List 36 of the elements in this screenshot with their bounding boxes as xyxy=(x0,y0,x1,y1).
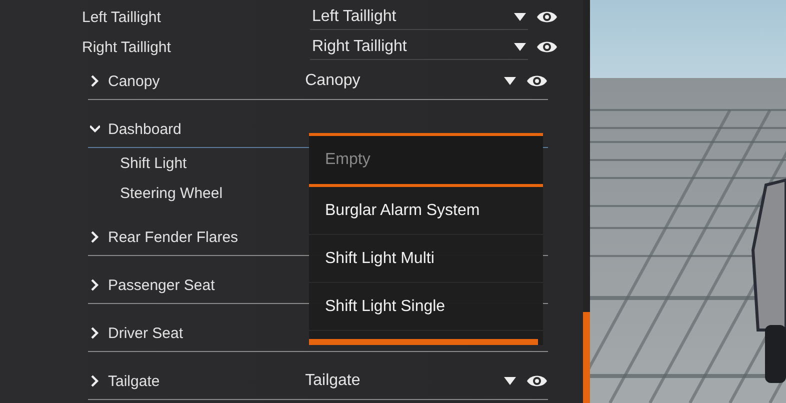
dropdown-option[interactable]: Empty xyxy=(309,136,543,187)
part-select[interactable]: Tailgate xyxy=(303,368,518,394)
chevron-right-icon[interactable] xyxy=(90,279,100,291)
part-select[interactable]: Canopy xyxy=(303,68,518,94)
caret-icon[interactable] xyxy=(514,12,526,20)
child-label: Shift Light xyxy=(120,154,188,172)
group-label: Driver Seat xyxy=(108,324,184,342)
dropdown-option[interactable]: Burglar Alarm System xyxy=(309,187,543,235)
slot-label: Left Taillight xyxy=(82,8,162,26)
group-row[interactable]: Tailgate Tailgate xyxy=(88,362,548,400)
chevron-down-icon[interactable] xyxy=(90,123,100,135)
scrollbar-track[interactable] xyxy=(583,0,590,403)
group-label: Dashboard xyxy=(108,120,182,138)
caret-icon[interactable] xyxy=(514,42,526,50)
eye-icon[interactable] xyxy=(526,73,548,89)
slot-label: Right Taillight xyxy=(82,38,172,56)
part-select[interactable]: Right Taillight xyxy=(310,34,528,60)
chevron-right-icon[interactable] xyxy=(90,231,100,243)
caret-icon[interactable] xyxy=(504,77,516,85)
group-label: Rear Fender Flares xyxy=(108,228,240,246)
eye-icon[interactable] xyxy=(526,373,548,389)
eye-icon[interactable] xyxy=(536,39,558,55)
group-label: Passenger Seat xyxy=(108,276,216,294)
caret-icon[interactable] xyxy=(504,377,516,385)
eye-icon[interactable] xyxy=(536,9,558,25)
dropdown-option[interactable]: Shift Light Multi xyxy=(309,235,543,283)
group-label: Canopy xyxy=(108,72,161,90)
child-label: Steering Wheel xyxy=(120,184,224,202)
scrollbar-thumb[interactable] xyxy=(583,312,590,403)
dropdown-option[interactable]: Shift Light Single xyxy=(309,283,543,331)
part-select[interactable]: Left Taillight xyxy=(310,4,528,30)
group-row[interactable]: Canopy Canopy xyxy=(88,62,548,100)
chevron-right-icon[interactable] xyxy=(90,327,100,339)
group-label: Tailgate xyxy=(108,372,161,390)
chevron-right-icon[interactable] xyxy=(90,75,100,87)
chevron-right-icon[interactable] xyxy=(90,375,100,387)
